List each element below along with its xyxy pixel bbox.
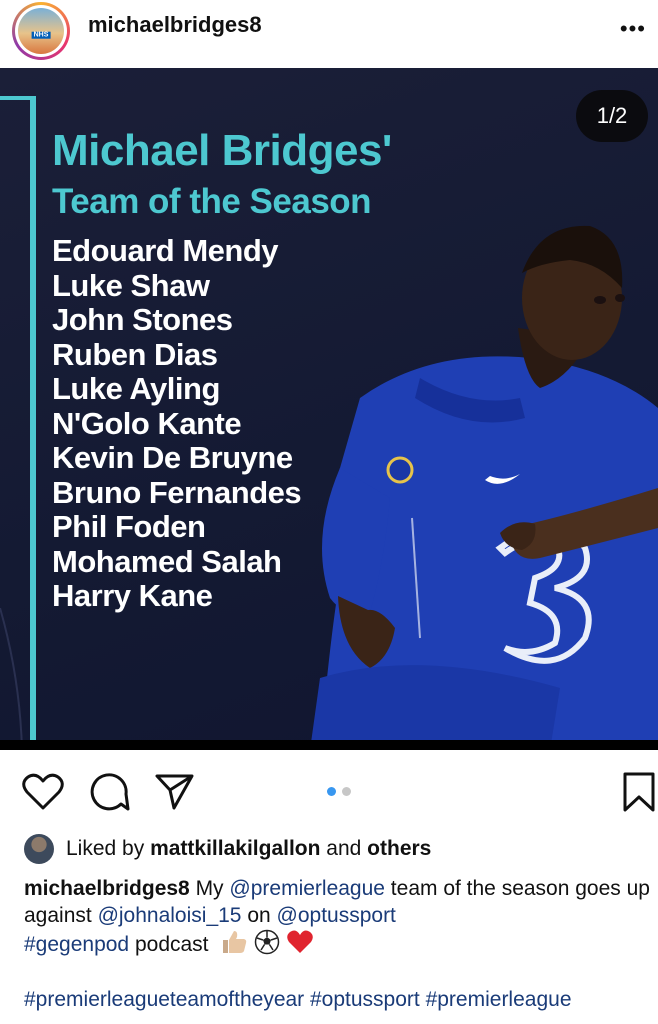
- mention-link[interactable]: @optussport: [277, 904, 396, 927]
- carousel-dot-active: [327, 787, 336, 796]
- player-list: Edouard Mendy Luke Shaw John Stones Rube…: [52, 233, 302, 614]
- carousel-dot: [342, 787, 351, 796]
- graphic-title: Michael Bridges': [52, 126, 392, 175]
- liker-avatar[interactable]: [24, 834, 54, 864]
- player-name: John Stones: [52, 302, 233, 337]
- post-caption: michaelbridges8 My @premierleague team o…: [24, 876, 654, 959]
- graphic-subtitle: Team of the Season: [52, 182, 372, 221]
- player-name: Ruben Dias: [52, 336, 218, 372]
- red-heart-icon: [287, 930, 313, 953]
- caption-text: on: [241, 903, 277, 927]
- send-icon[interactable]: [154, 772, 196, 812]
- hashtag-link[interactable]: #gegenpod: [24, 933, 129, 956]
- comment-icon[interactable]: [88, 772, 130, 812]
- nhs-badge: NHS: [31, 31, 51, 39]
- likes-prefix: Liked by: [66, 837, 151, 860]
- carousel-dots: [327, 787, 351, 796]
- mention-link[interactable]: @premierleague: [229, 877, 385, 900]
- carousel-page-counter: 1/2: [576, 90, 648, 142]
- player-name: Harry Kane: [52, 578, 213, 613]
- player-name: N'Golo Kante: [52, 405, 242, 441]
- footballer-photo: [310, 225, 658, 750]
- liker-username[interactable]: mattkillakilgallon: [150, 837, 320, 861]
- heart-icon[interactable]: [22, 772, 64, 812]
- more-horizontal-icon[interactable]: •••: [620, 18, 646, 40]
- player-name: Bruno Fernandes: [52, 474, 302, 510]
- bookmark-icon[interactable]: [622, 772, 656, 812]
- caption-text: My: [189, 877, 230, 900]
- likes-row: Liked by mattkillakilgallon and others: [24, 832, 431, 866]
- hashtag-list[interactable]: #premierleagueteamoftheyear #optussport …: [24, 988, 572, 1012]
- player-name: Edouard Mendy: [52, 233, 279, 268]
- mention-link[interactable]: @johnaloisi_15: [98, 904, 242, 927]
- player-name: Mohamed Salah: [52, 543, 282, 579]
- post-username[interactable]: michaelbridges8: [88, 12, 262, 38]
- player-name: Phil Foden: [52, 509, 206, 544]
- thumbs-up-icon: [223, 931, 247, 953]
- likes-middle: and: [320, 837, 368, 860]
- caption-username[interactable]: michaelbridges8: [24, 877, 190, 900]
- likes-others-link[interactable]: others: [367, 837, 431, 861]
- player-name: Kevin De Bruyne: [52, 440, 293, 475]
- player-name: Luke Ayling: [52, 371, 220, 406]
- caption-text: podcast: [129, 933, 215, 956]
- action-bar: [0, 760, 658, 824]
- post-image[interactable]: 1/2 Michael Bridges' Team of the Season …: [0, 68, 658, 750]
- player-name: Luke Shaw: [52, 267, 210, 303]
- profile-avatar[interactable]: NHS: [12, 2, 70, 60]
- background-curve: [0, 608, 23, 750]
- post-header: NHS michaelbridges8 •••: [0, 0, 658, 66]
- soccer-ball-icon: [254, 929, 280, 955]
